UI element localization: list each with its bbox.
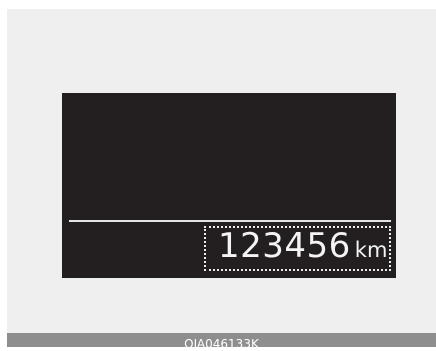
illustration-panel: 123456 km	[7, 9, 436, 333]
odometer-value: 123456	[218, 226, 351, 266]
display-divider-line	[69, 220, 391, 222]
figure-caption-bar: OJA046133K	[7, 333, 436, 351]
figure-code-label: OJA046133K	[184, 337, 259, 351]
odometer-readout-box: 123456 km	[204, 226, 391, 271]
instrument-cluster-display: 123456 km	[62, 93, 396, 278]
odometer-unit: km	[354, 238, 388, 262]
